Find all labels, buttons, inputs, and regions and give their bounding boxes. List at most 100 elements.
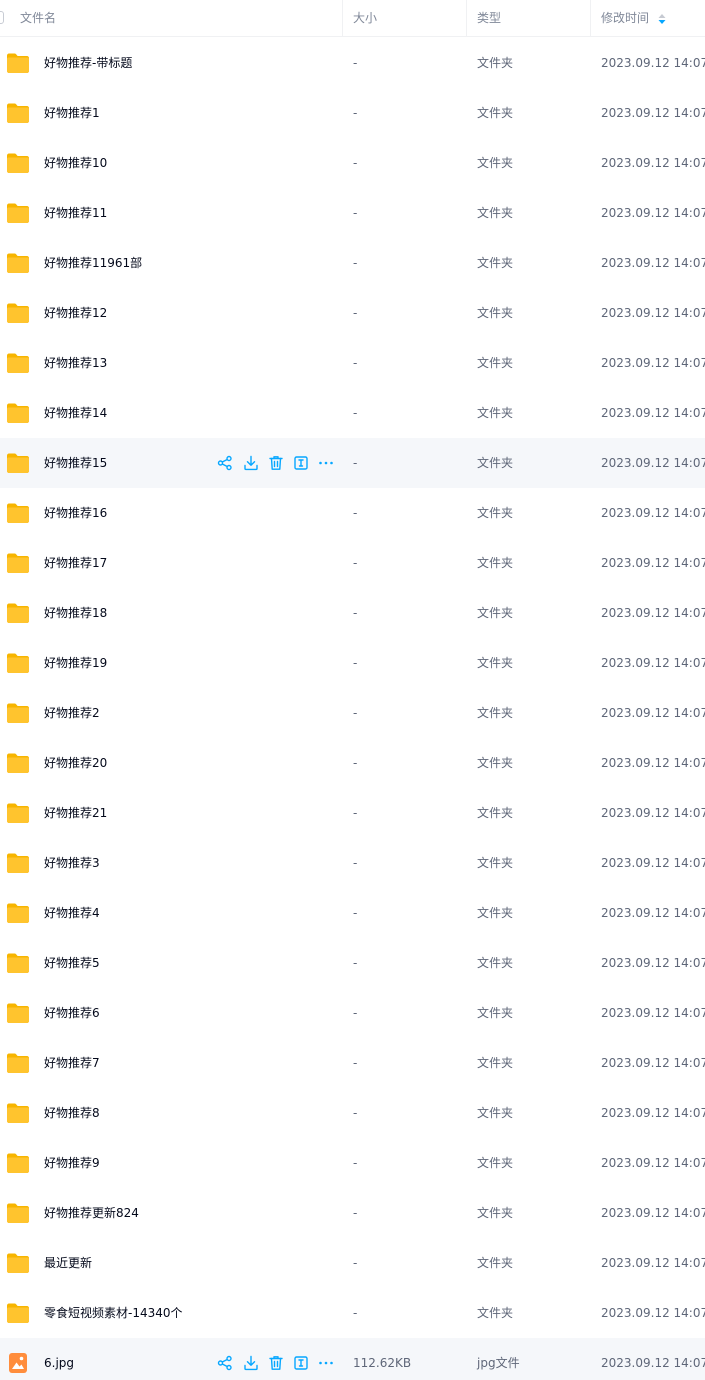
delete-button[interactable]	[267, 1354, 285, 1372]
file-name-link[interactable]: 好物推荐1	[44, 88, 100, 138]
table-row[interactable]: 好物推荐11 - 文件夹 2023.09.12 14:07	[0, 188, 705, 238]
file-name-link[interactable]: 好物推荐2	[44, 688, 100, 738]
column-divider[interactable]	[590, 0, 591, 36]
modified-date: 2023.09.12 14:07	[601, 406, 705, 420]
file-name-link[interactable]: 好物推荐13	[44, 338, 107, 388]
file-name-link[interactable]: 好物推荐3	[44, 838, 100, 888]
table-row[interactable]: 好物推荐4 - 文件夹 2023.09.12 14:07	[0, 888, 705, 938]
rename-button[interactable]	[292, 454, 310, 472]
column-header-date[interactable]: 修改时间	[601, 0, 649, 36]
table-row[interactable]: 好物推荐3 - 文件夹 2023.09.12 14:07	[0, 838, 705, 888]
file-name-link[interactable]: 好物推荐8	[44, 1088, 100, 1138]
file-name-link[interactable]: 好物推荐6	[44, 988, 100, 1038]
rename-icon	[292, 1354, 310, 1372]
file-name-link[interactable]: 好物推荐4	[44, 888, 100, 938]
table-row[interactable]: 好物推荐7 - 文件夹 2023.09.12 14:07	[0, 1038, 705, 1088]
file-size: -	[353, 306, 358, 320]
table-row[interactable]: 好物推荐更新824 - 文件夹 2023.09.12 14:07	[0, 1188, 705, 1238]
table-row[interactable]: 好物推荐20 - 文件夹 2023.09.12 14:07	[0, 738, 705, 788]
file-type: 文件夹	[477, 1306, 514, 1320]
share-button[interactable]	[216, 1354, 234, 1372]
download-button[interactable]	[242, 454, 260, 472]
file-name-link[interactable]: 好物推荐20	[44, 738, 107, 788]
sort-descending-icon[interactable]	[657, 12, 667, 26]
column-header-type[interactable]: 类型	[477, 0, 501, 36]
folder-icon	[6, 952, 30, 974]
file-name-link[interactable]: 好物推荐更新824	[44, 1188, 139, 1238]
file-name-link[interactable]: 好物推荐11	[44, 188, 107, 238]
rename-button[interactable]	[292, 1354, 310, 1372]
file-type: 文件夹	[477, 206, 514, 220]
file-name-link[interactable]: 好物推荐7	[44, 1038, 100, 1088]
more-button[interactable]	[317, 454, 335, 472]
file-name-link[interactable]: 好物推荐12	[44, 288, 107, 338]
table-row[interactable]: 好物推荐21 - 文件夹 2023.09.12 14:07	[0, 788, 705, 838]
table-row[interactable]: 好物推荐13 - 文件夹 2023.09.12 14:07	[0, 338, 705, 388]
table-row[interactable]: 好物推荐19 - 文件夹 2023.09.12 14:07	[0, 638, 705, 688]
file-type: 文件夹	[477, 1106, 514, 1120]
column-header-name[interactable]: 文件名	[20, 0, 56, 36]
table-row[interactable]: 好物推荐10 - 文件夹 2023.09.12 14:07	[0, 138, 705, 188]
table-row[interactable]: 好物推荐18 - 文件夹 2023.09.12 14:07	[0, 588, 705, 638]
file-name-link[interactable]: 零食短视频素材-14340个	[44, 1288, 183, 1338]
table-row[interactable]: 好物推荐-带标题 - 文件夹 2023.09.12 14:07	[0, 38, 705, 88]
table-row[interactable]: 好物推荐15 - 文件夹 2023.09.12 14:07	[0, 438, 705, 488]
file-name-link[interactable]: 好物推荐17	[44, 538, 107, 588]
table-row[interactable]: 好物推荐5 - 文件夹 2023.09.12 14:07	[0, 938, 705, 988]
file-name-link[interactable]: 好物推荐15	[44, 438, 107, 488]
folder-icon	[6, 552, 30, 574]
column-divider[interactable]	[466, 0, 467, 36]
file-name-link[interactable]: 好物推荐11961部	[44, 238, 142, 288]
folder-icon	[6, 802, 30, 824]
table-row[interactable]: 零食短视频素材-14340个 - 文件夹 2023.09.12 14:07	[0, 1288, 705, 1338]
file-name-link[interactable]: 最近更新	[44, 1238, 92, 1288]
file-name-link[interactable]: 好物推荐10	[44, 138, 107, 188]
file-size: -	[353, 656, 358, 670]
file-name-link[interactable]: 好物推荐5	[44, 938, 100, 988]
table-row[interactable]: 好物推荐2 - 文件夹 2023.09.12 14:07	[0, 688, 705, 738]
table-row[interactable]: 好物推荐16 - 文件夹 2023.09.12 14:07	[0, 488, 705, 538]
modified-date: 2023.09.12 14:07	[601, 1356, 705, 1370]
file-name-link[interactable]: 好物推荐9	[44, 1138, 100, 1188]
file-name-link[interactable]: 好物推荐16	[44, 488, 107, 538]
modified-date: 2023.09.12 14:07	[601, 956, 705, 970]
file-size: -	[353, 856, 358, 870]
file-name-link[interactable]: 好物推荐18	[44, 588, 107, 638]
file-size: -	[353, 956, 358, 970]
file-size: -	[353, 906, 358, 920]
table-row[interactable]: 6.jpg 112.62KB jpg文件 2023.09.12 14:07	[0, 1338, 705, 1380]
more-icon	[317, 1354, 335, 1372]
modified-date: 2023.09.12 14:07	[601, 806, 705, 820]
table-row[interactable]: 好物推荐6 - 文件夹 2023.09.12 14:07	[0, 988, 705, 1038]
table-row[interactable]: 好物推荐11961部 - 文件夹 2023.09.12 14:07	[0, 238, 705, 288]
more-button[interactable]	[317, 1354, 335, 1372]
table-row[interactable]: 好物推荐12 - 文件夹 2023.09.12 14:07	[0, 288, 705, 338]
folder-icon	[6, 1202, 30, 1224]
file-type: 文件夹	[477, 256, 514, 270]
table-row[interactable]: 好物推荐14 - 文件夹 2023.09.12 14:07	[0, 388, 705, 438]
table-row[interactable]: 好物推荐1 - 文件夹 2023.09.12 14:07	[0, 88, 705, 138]
file-name-link[interactable]: 好物推荐14	[44, 388, 107, 438]
table-row[interactable]: 最近更新 - 文件夹 2023.09.12 14:07	[0, 1238, 705, 1288]
delete-button[interactable]	[267, 454, 285, 472]
file-name-link[interactable]: 好物推荐19	[44, 638, 107, 688]
column-divider[interactable]	[342, 0, 343, 36]
table-row[interactable]: 好物推荐9 - 文件夹 2023.09.12 14:07	[0, 1138, 705, 1188]
table-row[interactable]: 好物推荐17 - 文件夹 2023.09.12 14:07	[0, 538, 705, 588]
share-button[interactable]	[216, 454, 234, 472]
file-name-link[interactable]: 好物推荐-带标题	[44, 38, 132, 88]
table-header: 文件名 大小 类型 修改时间	[0, 0, 705, 37]
column-header-size[interactable]: 大小	[353, 0, 377, 36]
folder-icon	[6, 102, 30, 124]
download-button[interactable]	[242, 1354, 260, 1372]
modified-date: 2023.09.12 14:07	[601, 206, 705, 220]
file-name-link[interactable]: 6.jpg	[44, 1338, 74, 1380]
delete-icon	[267, 1354, 285, 1372]
folder-icon	[6, 852, 30, 874]
folder-icon	[6, 652, 30, 674]
file-size: -	[353, 206, 358, 220]
select-all-checkbox[interactable]	[0, 11, 4, 24]
file-name-link[interactable]: 好物推荐21	[44, 788, 107, 838]
file-type: 文件夹	[477, 656, 514, 670]
table-row[interactable]: 好物推荐8 - 文件夹 2023.09.12 14:07	[0, 1088, 705, 1138]
